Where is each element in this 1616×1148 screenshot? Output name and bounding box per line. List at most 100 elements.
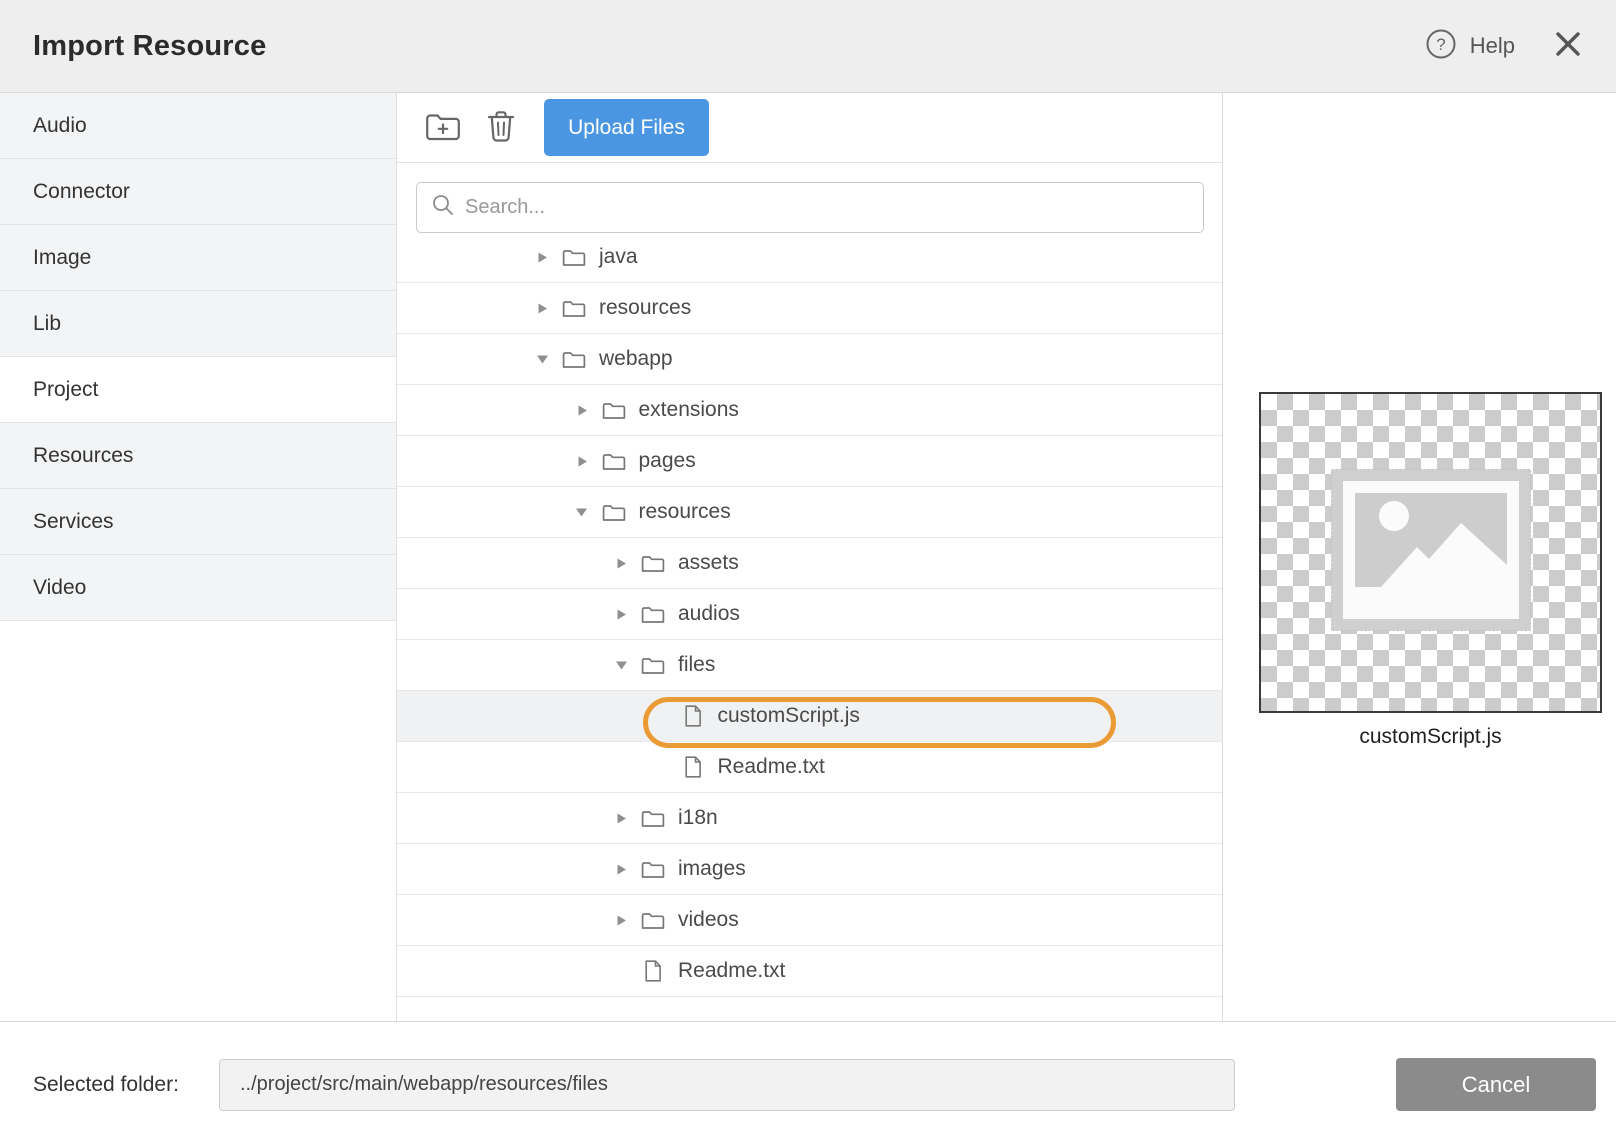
cancel-button[interactable]: Cancel xyxy=(1396,1058,1596,1111)
search-icon xyxy=(431,193,455,222)
new-folder-button[interactable] xyxy=(425,111,461,144)
chevron-down-icon[interactable] xyxy=(574,506,590,518)
sidebar-item-label: Lib xyxy=(33,312,61,336)
folder-icon xyxy=(641,911,665,930)
sidebar-item-audio[interactable]: Audio xyxy=(0,93,396,159)
tree-item-label: images xyxy=(678,857,746,881)
search-section xyxy=(397,163,1222,243)
chevron-right-icon[interactable] xyxy=(574,455,590,468)
folder-icon xyxy=(602,503,626,522)
search-box xyxy=(416,182,1204,233)
file-browser-panel: Upload Files java resources webapp extensio… xyxy=(397,93,1222,1021)
tree-item-label: files xyxy=(678,653,715,677)
preview-thumbnail xyxy=(1259,392,1602,713)
tree-row-readme-txt[interactable]: Readme.txt xyxy=(397,946,1222,997)
sidebar-item-resources[interactable]: Resources xyxy=(0,423,396,489)
sidebar-item-label: Project xyxy=(33,378,98,402)
chevron-right-icon[interactable] xyxy=(534,251,550,264)
tree-toolbar: Upload Files xyxy=(397,93,1222,163)
chevron-right-icon[interactable] xyxy=(534,302,550,315)
tree-item-label: webapp xyxy=(599,347,673,371)
tree-item-label: pages xyxy=(639,449,696,473)
file-icon xyxy=(681,705,705,727)
close-icon xyxy=(1553,29,1583,64)
selected-folder-label: Selected folder: xyxy=(33,1073,219,1097)
sidebar-item-label: Connector xyxy=(33,180,130,204)
tree-item-label: resources xyxy=(599,296,691,320)
folder-icon xyxy=(562,299,586,318)
image-placeholder-icon xyxy=(1331,469,1531,636)
folder-icon xyxy=(641,605,665,624)
chevron-right-icon[interactable] xyxy=(613,557,629,570)
chevron-down-icon[interactable] xyxy=(613,659,629,671)
sidebar-item-label: Video xyxy=(33,576,86,600)
tree-row-audios[interactable]: audios xyxy=(397,589,1222,640)
tree-item-label: Readme.txt xyxy=(678,959,785,983)
chevron-right-icon[interactable] xyxy=(574,404,590,417)
tree-item-label: Readme.txt xyxy=(718,755,825,779)
sidebar-item-label: Image xyxy=(33,246,91,270)
tree-item-label: resources xyxy=(639,500,731,524)
sidebar-item-lib[interactable]: Lib xyxy=(0,291,396,357)
page-title: Import Resource xyxy=(33,30,1425,63)
tree-item-label: videos xyxy=(678,908,739,932)
tree-row-resources[interactable]: resources xyxy=(397,487,1222,538)
selected-folder-input[interactable] xyxy=(219,1059,1235,1111)
search-input[interactable] xyxy=(465,196,1189,219)
tree-row-customscript-js[interactable]: customScript.js xyxy=(397,691,1222,742)
tree-row-extensions[interactable]: extensions xyxy=(397,385,1222,436)
folder-icon xyxy=(641,860,665,879)
category-sidebar: Audio Connector Image Lib Project Resources Se… xyxy=(0,93,397,1021)
help-button[interactable]: ? Help xyxy=(1425,28,1515,65)
tree-item-label: java xyxy=(599,245,638,269)
sidebar-item-label: Resources xyxy=(33,444,133,468)
tree-item-label: i18n xyxy=(678,806,718,830)
tree-item-label: assets xyxy=(678,551,739,575)
tree-item-label: extensions xyxy=(639,398,739,422)
folder-icon xyxy=(562,248,586,267)
tree-row-files[interactable]: files xyxy=(397,640,1222,691)
chevron-right-icon[interactable] xyxy=(613,608,629,621)
tree-row-java[interactable]: java xyxy=(397,243,1222,283)
help-question-icon: ? xyxy=(1425,28,1457,65)
folder-icon xyxy=(602,401,626,420)
chevron-right-icon[interactable] xyxy=(613,914,629,927)
sidebar-item-label: Services xyxy=(33,510,114,534)
sidebar-item-services[interactable]: Services xyxy=(0,489,396,555)
help-label: Help xyxy=(1470,33,1515,59)
sidebar-item-video[interactable]: Video xyxy=(0,555,396,621)
preview-panel: customScript.js xyxy=(1222,93,1616,1021)
trash-icon xyxy=(485,109,517,146)
folder-icon xyxy=(641,656,665,675)
sidebar-item-image[interactable]: Image xyxy=(0,225,396,291)
chevron-down-icon[interactable] xyxy=(534,353,550,365)
sidebar-item-project[interactable]: Project xyxy=(0,357,396,423)
folder-plus-icon xyxy=(425,111,461,144)
sidebar-item-label: Audio xyxy=(33,114,87,138)
close-button[interactable] xyxy=(1553,29,1583,64)
folder-icon xyxy=(602,452,626,471)
delete-button[interactable] xyxy=(485,109,517,146)
sidebar-item-connector[interactable]: Connector xyxy=(0,159,396,225)
tree-row-pages[interactable]: pages xyxy=(397,436,1222,487)
dialog-footer: Selected folder: Cancel xyxy=(0,1022,1616,1147)
preview-caption: customScript.js xyxy=(1259,725,1602,749)
folder-icon xyxy=(641,809,665,828)
tree-row-assets[interactable]: assets xyxy=(397,538,1222,589)
chevron-right-icon[interactable] xyxy=(613,812,629,825)
folder-icon xyxy=(641,554,665,573)
dialog-header: Import Resource ? Help xyxy=(0,0,1616,93)
tree-row-webapp[interactable]: webapp xyxy=(397,334,1222,385)
tree-row-readme-txt[interactable]: Readme.txt xyxy=(397,742,1222,793)
chevron-right-icon[interactable] xyxy=(613,863,629,876)
file-icon xyxy=(681,756,705,778)
dialog-body: Audio Connector Image Lib Project Resources Se… xyxy=(0,93,1616,1022)
tree-row-videos[interactable]: videos xyxy=(397,895,1222,946)
tree-row-images[interactable]: images xyxy=(397,844,1222,895)
file-tree: java resources webapp extensions pages resour… xyxy=(397,243,1222,1021)
tree-item-label: customScript.js xyxy=(718,704,860,728)
tree-row-resources[interactable]: resources xyxy=(397,283,1222,334)
tree-row-i18n[interactable]: i18n xyxy=(397,793,1222,844)
upload-files-button[interactable]: Upload Files xyxy=(544,99,709,156)
file-icon xyxy=(641,960,665,982)
